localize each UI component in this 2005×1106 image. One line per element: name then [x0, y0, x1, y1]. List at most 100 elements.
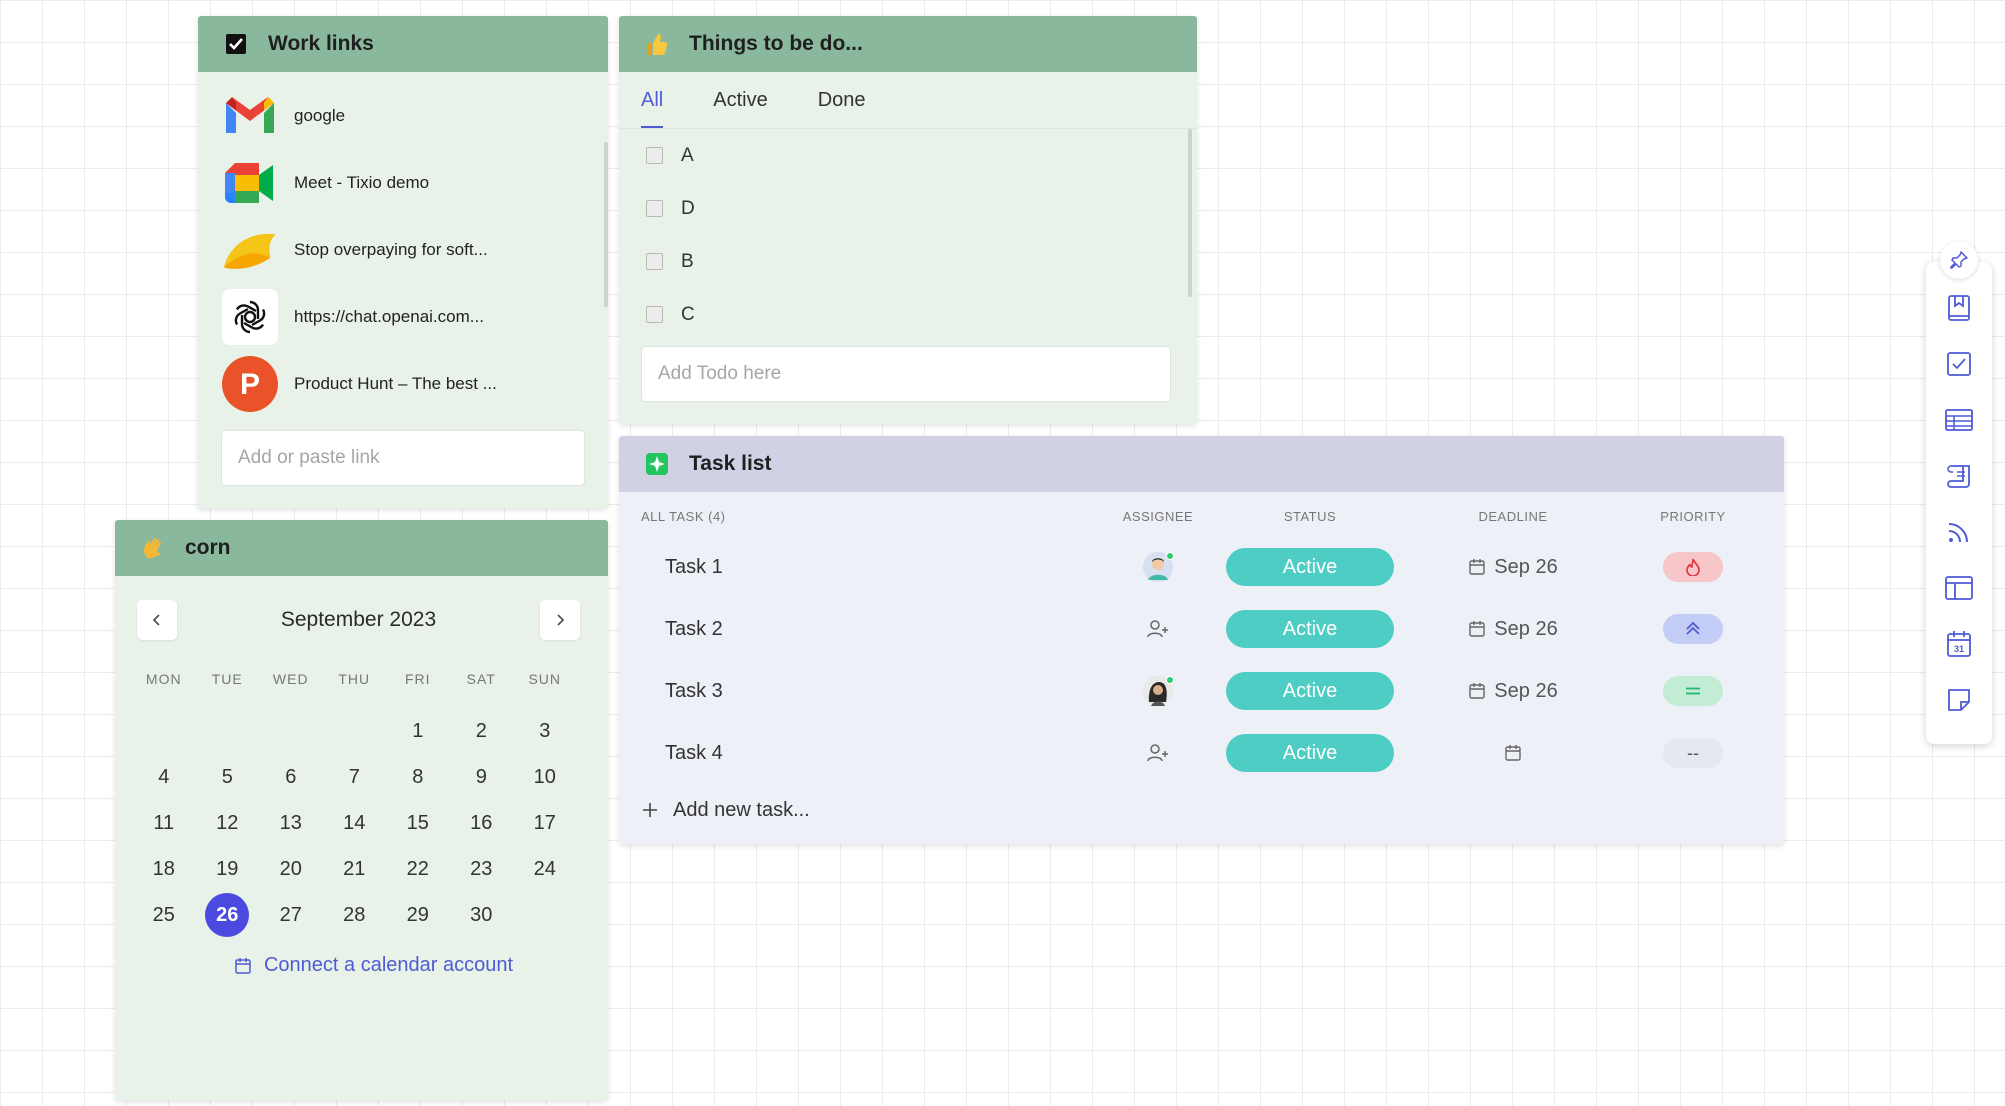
- bookmark-icon[interactable]: [1943, 292, 1975, 324]
- priority-cell[interactable]: [1618, 676, 1768, 706]
- calendar-day[interactable]: 5: [196, 756, 260, 798]
- column-header-status[interactable]: STATUS: [1212, 509, 1408, 524]
- link-item[interactable]: P Product Hunt – The best ...: [198, 350, 608, 417]
- priority-cell[interactable]: --: [1618, 738, 1768, 768]
- todo-item[interactable]: B: [619, 235, 1197, 288]
- task-name[interactable]: Task 3: [619, 680, 1104, 703]
- task-name[interactable]: Task 2: [619, 618, 1104, 641]
- tab-all[interactable]: All: [641, 81, 664, 128]
- todo-item[interactable]: C: [619, 288, 1197, 341]
- column-header-deadline[interactable]: DEADLINE: [1408, 509, 1618, 524]
- calendar-day[interactable]: 19: [196, 848, 260, 890]
- todo-checkbox[interactable]: [646, 306, 663, 323]
- assignee-cell[interactable]: [1104, 552, 1212, 582]
- pin-icon[interactable]: [1940, 241, 1978, 279]
- todo-item[interactable]: D: [619, 182, 1197, 235]
- table-icon[interactable]: [1943, 404, 1975, 436]
- avatar[interactable]: [1143, 676, 1174, 706]
- link-item[interactable]: https://chat.openai.com...: [198, 283, 608, 350]
- link-item[interactable]: Meet - Tixio demo: [198, 149, 608, 216]
- calendar-day[interactable]: 16: [450, 802, 514, 844]
- add-assignee-icon[interactable]: [1146, 619, 1170, 639]
- assignee-cell[interactable]: [1104, 743, 1212, 763]
- column-header-name[interactable]: ALL TASK (4): [619, 509, 1104, 524]
- deadline-cell[interactable]: Sep 26: [1408, 618, 1618, 641]
- calendar-day[interactable]: 1: [386, 710, 450, 752]
- work-links-header[interactable]: Work links: [198, 16, 608, 72]
- status-cell[interactable]: Active: [1212, 734, 1408, 772]
- calendar-day[interactable]: 22: [386, 848, 450, 890]
- calendar-day[interactable]: 8: [386, 756, 450, 798]
- checkbox-icon[interactable]: [1943, 348, 1975, 380]
- priority-high-icon[interactable]: [1663, 614, 1723, 644]
- status-badge[interactable]: Active: [1226, 610, 1394, 648]
- calendar-day[interactable]: 27: [259, 894, 323, 936]
- calendar-day[interactable]: 3: [513, 710, 577, 752]
- calendar-day[interactable]: 6: [259, 756, 323, 798]
- todo-checkbox[interactable]: [646, 253, 663, 270]
- next-month-button[interactable]: [540, 600, 580, 640]
- calendar-day[interactable]: 30: [450, 894, 514, 936]
- calendar-day[interactable]: 12: [196, 802, 260, 844]
- task-name[interactable]: Task 1: [619, 556, 1104, 579]
- calendar-icon[interactable]: 31: [1943, 628, 1975, 660]
- calendar-day[interactable]: 9: [450, 756, 514, 798]
- add-new-task-button[interactable]: Add new task...: [619, 786, 1784, 834]
- status-cell[interactable]: Active: [1212, 548, 1408, 586]
- task-row[interactable]: Task 1 Active Sep 26: [619, 536, 1784, 598]
- calendar-day[interactable]: 7: [323, 756, 387, 798]
- calendar-day[interactable]: 10: [513, 756, 577, 798]
- todo-item[interactable]: A: [619, 129, 1197, 182]
- calendar-day-today[interactable]: 26: [205, 893, 250, 937]
- calendar-header[interactable]: corn: [115, 520, 608, 576]
- status-badge[interactable]: Active: [1226, 548, 1394, 586]
- tab-active[interactable]: Active: [713, 81, 767, 120]
- calendar-day[interactable]: 14: [323, 802, 387, 844]
- deadline-cell[interactable]: Sep 26: [1408, 556, 1618, 579]
- task-row[interactable]: Task 3 Active Sep 26: [619, 660, 1784, 722]
- calendar-day[interactable]: 23: [450, 848, 514, 890]
- calendar-day[interactable]: 13: [259, 802, 323, 844]
- scrollbar[interactable]: [604, 142, 608, 307]
- priority-urgent-icon[interactable]: [1663, 552, 1723, 582]
- task-name[interactable]: Task 4: [619, 742, 1104, 765]
- status-cell[interactable]: Active: [1212, 610, 1408, 648]
- connect-calendar-link[interactable]: Connect a calendar account: [115, 954, 608, 977]
- assignee-cell[interactable]: [1104, 619, 1212, 639]
- calendar-day[interactable]: 25: [132, 894, 196, 936]
- add-assignee-icon[interactable]: [1146, 743, 1170, 763]
- column-header-priority[interactable]: PRIORITY: [1618, 509, 1768, 524]
- link-item[interactable]: google: [198, 82, 608, 149]
- add-todo-input[interactable]: [641, 346, 1171, 402]
- rss-icon[interactable]: [1943, 516, 1975, 548]
- calendar-icon[interactable]: [1504, 744, 1522, 762]
- scrollbar[interactable]: [1188, 129, 1192, 297]
- scroll-icon[interactable]: [1943, 460, 1975, 492]
- status-cell[interactable]: Active: [1212, 672, 1408, 710]
- sticky-note-icon[interactable]: [1943, 684, 1975, 716]
- calendar-day[interactable]: 24: [513, 848, 577, 890]
- add-link-input[interactable]: [221, 430, 585, 486]
- task-row[interactable]: Task 2 Active Sep 26: [619, 598, 1784, 660]
- task-row[interactable]: Task 4 Active --: [619, 722, 1784, 784]
- task-list-header[interactable]: Task list: [619, 436, 1784, 492]
- assignee-cell[interactable]: [1104, 676, 1212, 706]
- calendar-day[interactable]: 18: [132, 848, 196, 890]
- column-header-assignee[interactable]: ASSIGNEE: [1104, 509, 1212, 524]
- todo-checkbox[interactable]: [646, 200, 663, 217]
- deadline-cell[interactable]: [1408, 744, 1618, 762]
- status-badge[interactable]: Active: [1226, 672, 1394, 710]
- deadline-cell[interactable]: Sep 26: [1408, 680, 1618, 703]
- avatar[interactable]: [1143, 552, 1174, 582]
- calendar-day[interactable]: 11: [132, 802, 196, 844]
- calendar-day[interactable]: 21: [323, 848, 387, 890]
- todo-checkbox[interactable]: [646, 147, 663, 164]
- tab-done[interactable]: Done: [818, 81, 866, 120]
- prev-month-button[interactable]: [137, 600, 177, 640]
- priority-none-badge[interactable]: --: [1663, 738, 1723, 768]
- link-item[interactable]: Stop overpaying for soft...: [198, 216, 608, 283]
- calendar-day[interactable]: 28: [323, 894, 387, 936]
- calendar-day[interactable]: 20: [259, 848, 323, 890]
- priority-cell[interactable]: [1618, 614, 1768, 644]
- layout-icon[interactable]: [1943, 572, 1975, 604]
